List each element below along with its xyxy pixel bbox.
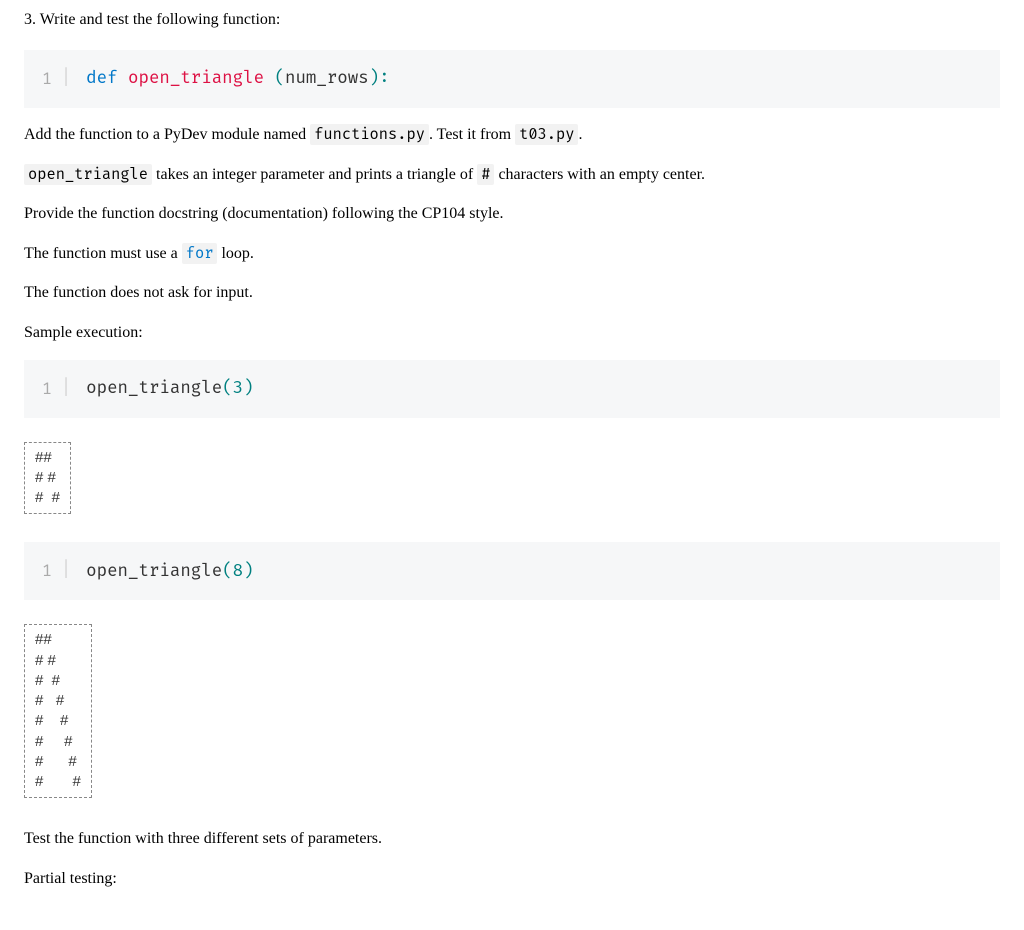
question-prompt: Write and test the following function:: [40, 11, 281, 28]
open-paren: (: [222, 561, 232, 582]
function-name: open_triangle: [128, 68, 264, 89]
parameter: num_rows: [285, 68, 369, 89]
line-divider: |: [60, 556, 72, 586]
inline-code-hash: #: [477, 164, 494, 185]
text-fragment: The function must use a: [24, 245, 182, 262]
call-function-name: open_triangle: [86, 561, 222, 582]
inline-code-functions-py: functions.py: [310, 124, 429, 145]
call-function-name: open_triangle: [86, 378, 222, 399]
code-line: def open_triangle (num_rows):: [86, 66, 389, 92]
sample-execution-label: Sample execution:: [24, 320, 1000, 346]
inline-code-t03-py: t03.py: [515, 124, 578, 145]
code-block-call-1: 1 | open_triangle(3): [24, 360, 1000, 418]
code-line: open_triangle(3): [86, 376, 253, 402]
text-fragment: .: [578, 126, 582, 143]
instruction-docstring: Provide the function docstring (document…: [24, 201, 1000, 227]
code-line: open_triangle(8): [86, 559, 253, 585]
call-argument: 3: [233, 378, 243, 399]
text-fragment: takes an integer parameter and prints a …: [152, 166, 477, 183]
close-paren: ): [243, 378, 253, 399]
partial-testing-label: Partial testing:: [24, 866, 1000, 892]
line-number: 1: [42, 377, 52, 401]
instruction-module: Add the function to a PyDev module named…: [24, 122, 1000, 148]
code-block-definition: 1 | def open_triangle (num_rows):: [24, 50, 1000, 108]
text-fragment: characters with an empty center.: [494, 166, 705, 183]
line-number: 1: [42, 67, 52, 91]
open-paren: (: [222, 378, 232, 399]
output-box-1: ## # # # #: [24, 442, 71, 515]
instruction-no-input: The function does not ask for input.: [24, 280, 1000, 306]
instruction-for-loop: The function must use a for loop.: [24, 241, 1000, 267]
keyword-for: for: [182, 243, 218, 264]
inline-code-open-triangle: open_triangle: [24, 164, 152, 185]
output-box-2: ## # # # # # # # # # # # # # #: [24, 624, 92, 798]
line-divider: |: [60, 374, 72, 404]
text-fragment: loop.: [217, 245, 253, 262]
line-number: 1: [42, 559, 52, 583]
close-paren: ): [243, 561, 253, 582]
open-paren: (: [275, 68, 285, 89]
text-fragment: Add the function to a PyDev module named: [24, 126, 310, 143]
text-fragment: . Test it from: [429, 126, 515, 143]
question-number: 3.: [24, 11, 36, 28]
line-divider: |: [60, 64, 72, 94]
keyword-def: def: [86, 68, 117, 89]
close-paren-colon: ):: [369, 68, 390, 89]
question-header: 3. Write and test the following function…: [24, 8, 1000, 32]
code-block-call-2: 1 | open_triangle(8): [24, 542, 1000, 600]
instruction-test-params: Test the function with three different s…: [24, 826, 1000, 852]
instruction-behavior: open_triangle takes an integer parameter…: [24, 162, 1000, 188]
call-argument: 8: [233, 561, 243, 582]
